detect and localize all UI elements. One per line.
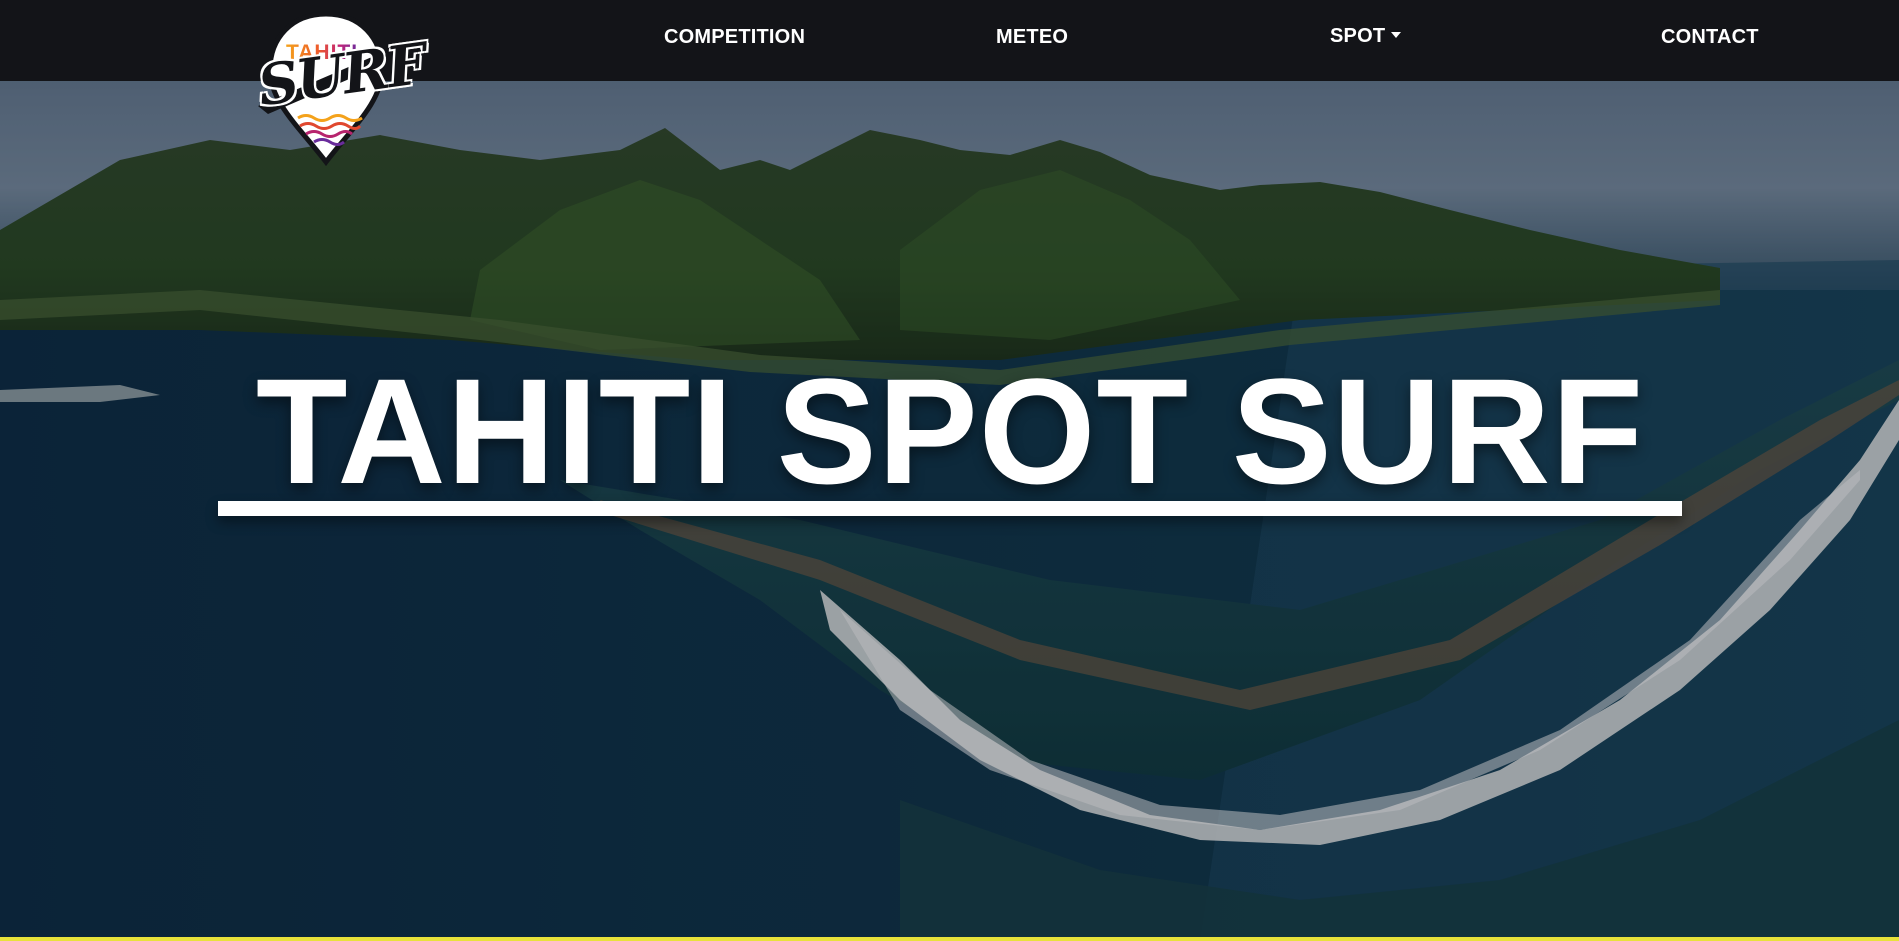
- bottom-accent-strip: [0, 937, 1899, 941]
- nav-spot-dropdown[interactable]: SPOT: [1330, 25, 1402, 48]
- title-underline: [218, 501, 1682, 516]
- nav-contact-link[interactable]: CONTACT: [1661, 26, 1759, 49]
- tahiti-surf-logo[interactable]: TAHITI SURF: [248, 10, 429, 168]
- caret-down-icon: [1391, 32, 1402, 38]
- nav-meteo-link[interactable]: METEO: [996, 26, 1068, 49]
- hero-title: TAHITI SPOT SURF: [255, 347, 1645, 515]
- nav-spot-label: SPOT: [1330, 25, 1386, 47]
- nav-competition-link[interactable]: COMPETITION: [664, 26, 805, 49]
